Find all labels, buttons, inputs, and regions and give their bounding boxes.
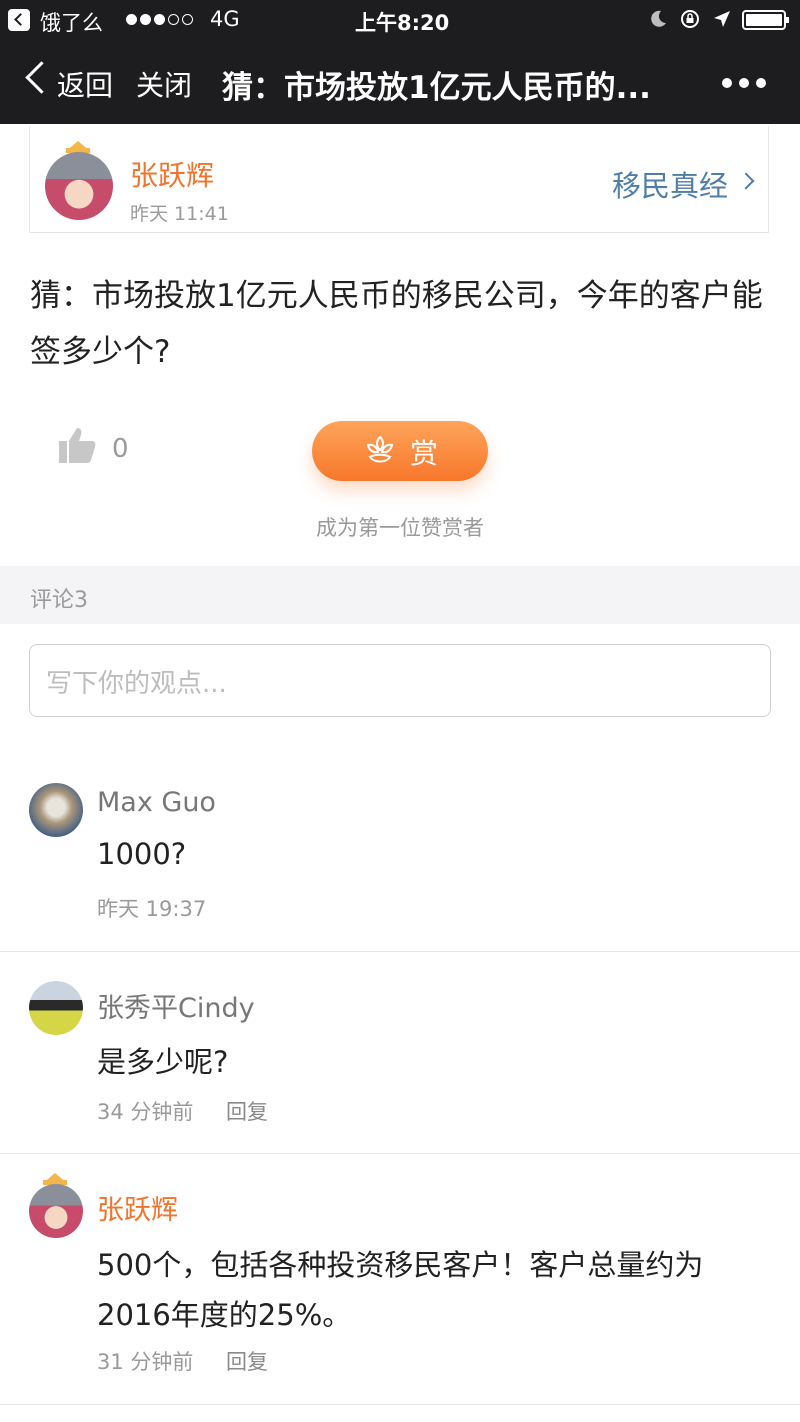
first-reward-hint: 成为第一位赞赏者 [316,516,484,540]
back-app-label[interactable]: 饿了么 [40,7,103,37]
commenter-avatar[interactable] [29,1184,83,1238]
moon-icon [648,9,668,29]
back-button[interactable]: 返回 [57,64,113,104]
comments-count: 评论3 [30,588,88,613]
post-body: 猜：市场投放1亿元人民币的移民公司，今年的客户能签多少个? [30,278,763,370]
post-time: 昨天 11:41 [130,203,229,225]
comment-text: 1000? [97,837,187,871]
author-avatar[interactable] [45,152,113,220]
commenter-avatar[interactable] [29,783,83,837]
comments-header: 评论3 [0,566,800,624]
rotation-lock-icon [680,9,700,29]
reward-button[interactable]: 赏 [312,421,488,481]
like-count: 0 [112,434,129,464]
author-name[interactable]: 张跃辉 [130,154,214,194]
signal-dot [126,14,137,25]
comment-time: 昨天 19:37 [97,897,207,921]
commenter-name[interactable]: 张秀平Cindy [97,986,255,1025]
comment-text: 是多少呢? [97,1045,229,1079]
column-tag-link[interactable]: 移民真经 [612,163,728,205]
crown-icon [42,1170,68,1185]
comment-time: 34 分钟前 [97,1100,194,1124]
status-bar: 饿了么 4G 上午8:20 [0,0,800,40]
network-type: 4G [210,7,240,31]
divider [0,951,800,952]
reward-label: 赏 [410,437,439,470]
signal-dot [140,14,151,25]
flower-icon [362,433,398,469]
divider [0,1153,800,1154]
battery-icon [742,10,790,30]
comment-text: 500个，包括各种投资移民客户！客户总量约为2016年度的25%。 [97,1248,704,1332]
close-button[interactable]: 关闭 [136,64,192,104]
navigation-bar: 返回 关闭 猜：市场投放1亿元人民币的... [0,40,800,124]
back-to-app-icon[interactable] [8,9,30,31]
commenter-name[interactable]: Max Guo [97,787,216,818]
signal-dot [182,14,193,25]
comment-input[interactable]: 写下你的观点... [29,644,771,717]
more-dots-icon[interactable] [722,78,766,88]
back-chevron-icon[interactable] [25,61,58,94]
reply-button[interactable]: 回复 [226,1346,268,1376]
page-title: 猜：市场投放1亿元人民币的... [222,70,651,106]
reply-button[interactable]: 回复 [226,1096,268,1126]
location-icon [712,9,732,29]
signal-dot [168,14,179,25]
comment-time: 31 分钟前 [97,1350,194,1374]
crown-icon [65,138,91,153]
signal-dot [154,14,165,25]
commenter-avatar[interactable] [29,981,83,1035]
thumbs-up-icon[interactable] [58,426,96,464]
clock: 上午8:20 [355,11,450,35]
commenter-name[interactable]: 张跃辉 [97,1188,178,1227]
divider [0,1404,800,1405]
